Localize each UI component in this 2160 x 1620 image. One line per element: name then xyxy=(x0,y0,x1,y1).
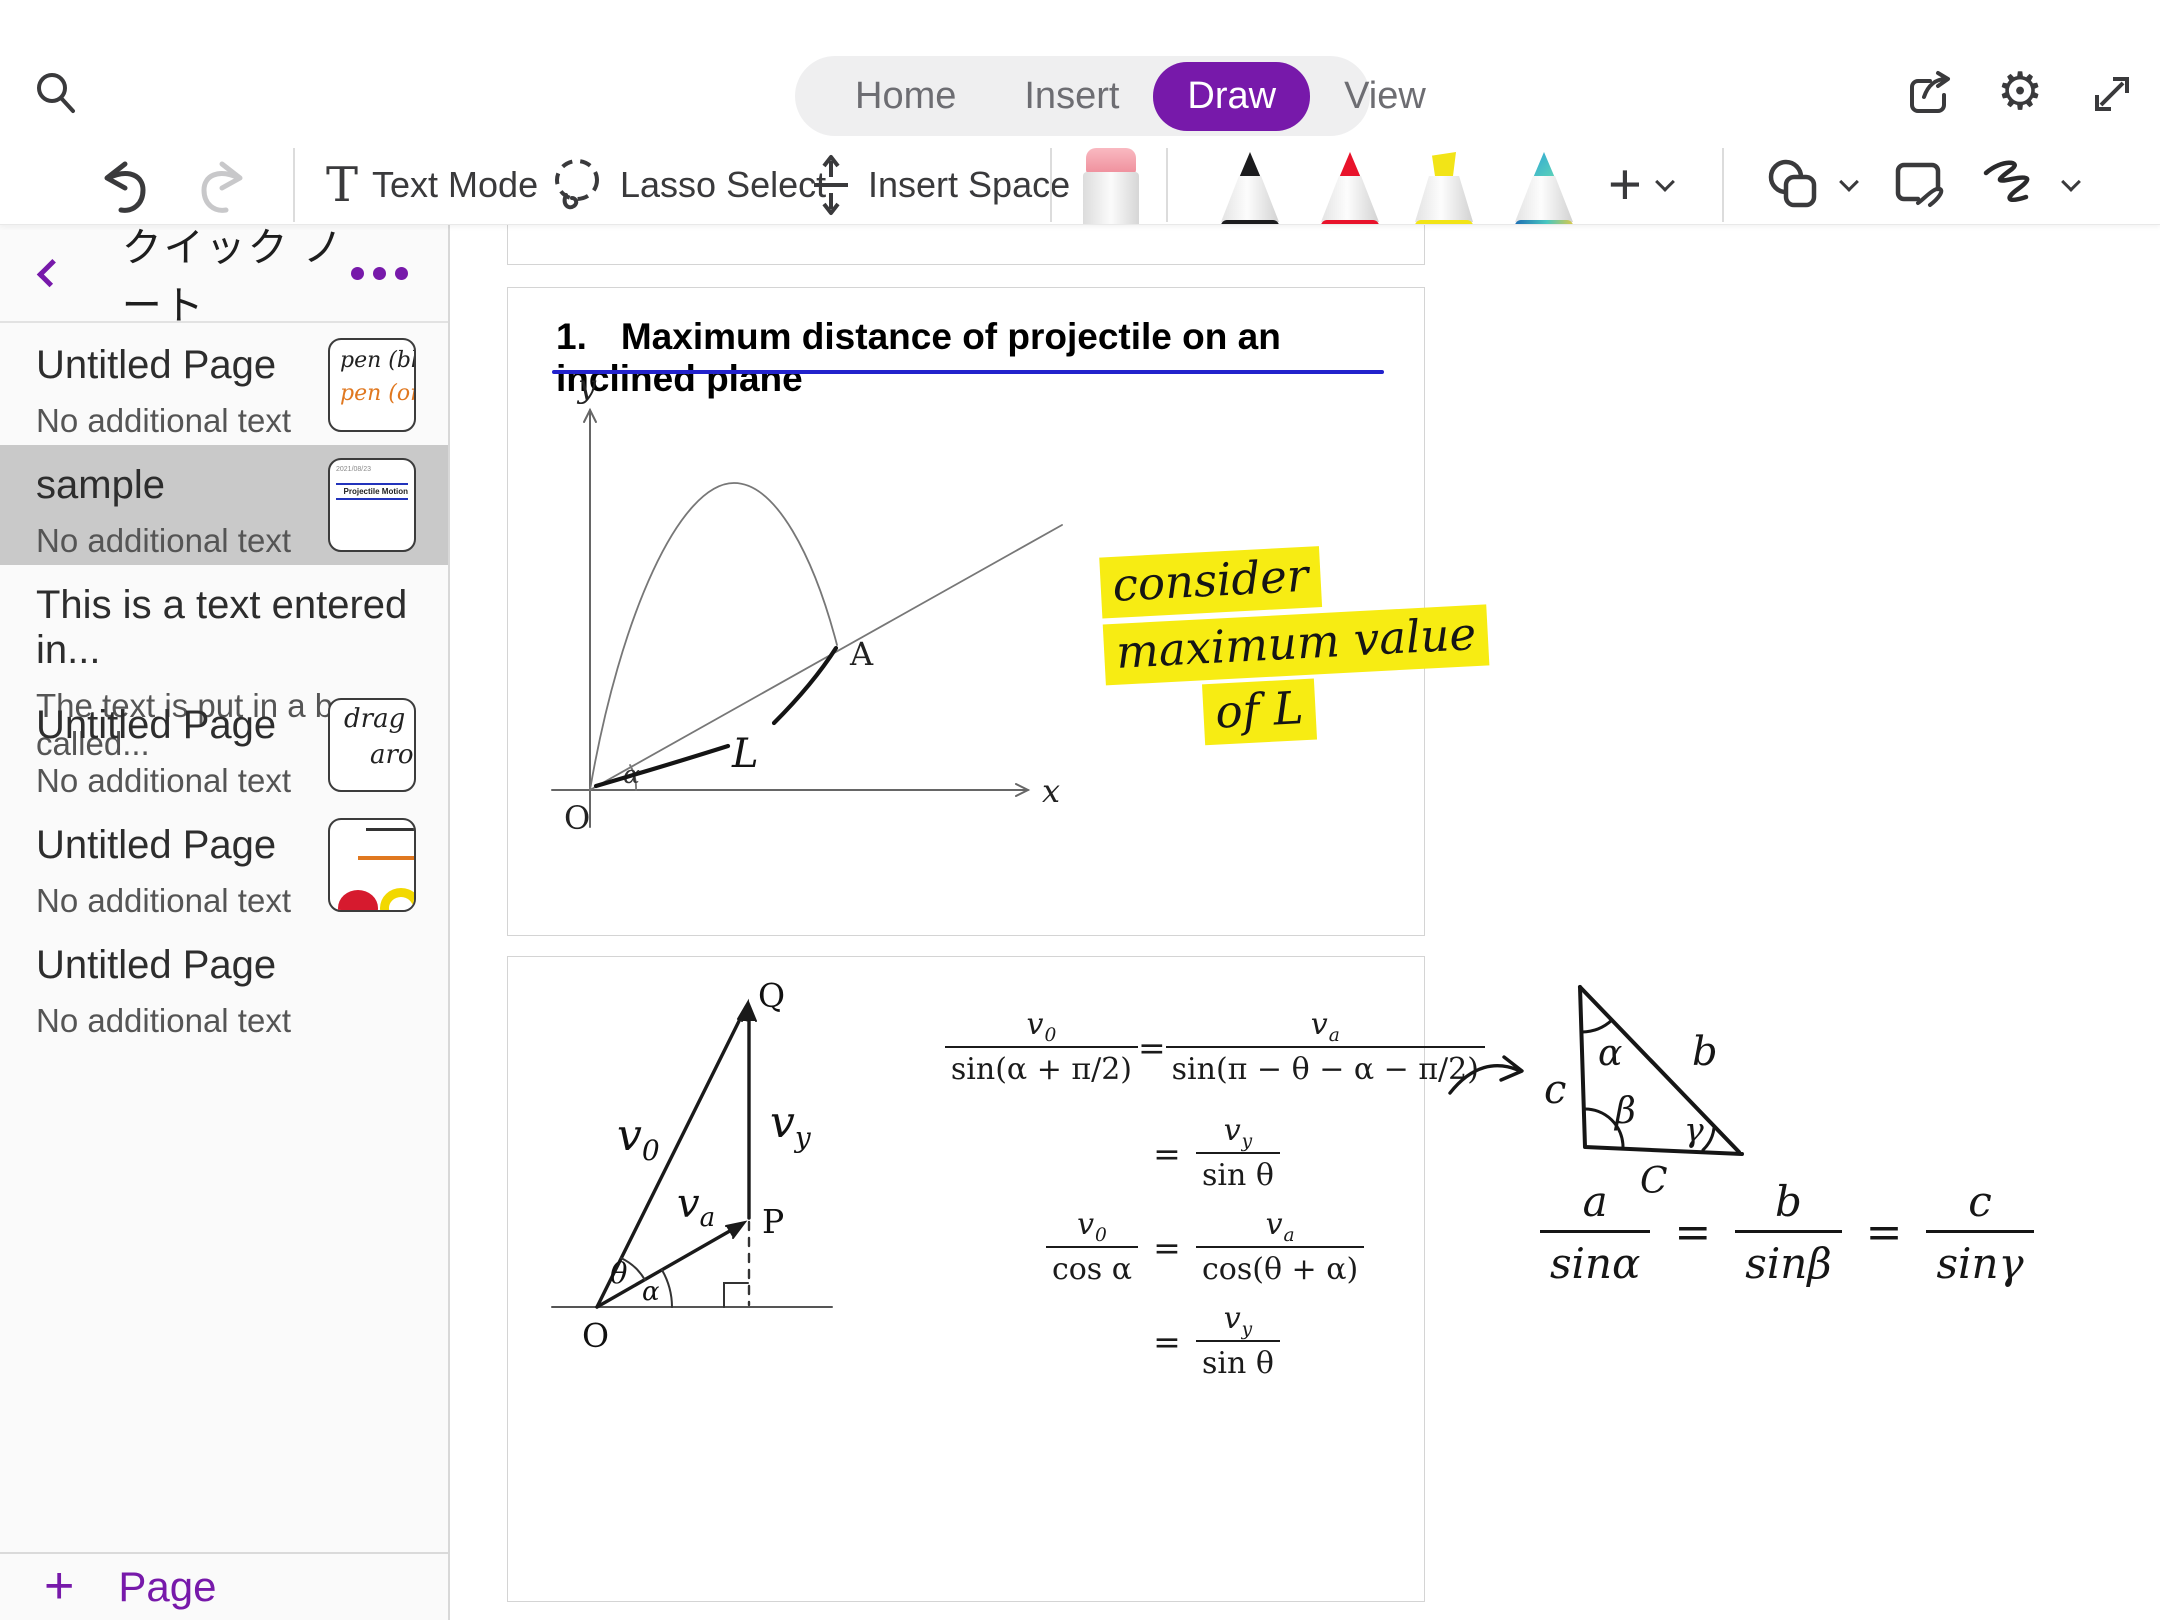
toolbar-divider xyxy=(1722,148,1724,222)
teal-pen-tip xyxy=(1533,152,1555,178)
tab-draw[interactable]: Draw xyxy=(1153,62,1310,131)
eraser-cap xyxy=(1086,148,1136,174)
plus-icon: + xyxy=(44,1566,74,1608)
add-page-label: Page xyxy=(118,1563,216,1611)
page-thumbnail: 2021/08/23 Projectile Motion xyxy=(328,458,416,552)
equation-row: v0sin(α + π/2) = vasin(π − θ − α − π/2) xyxy=(950,1007,1430,1087)
page-thumbnail: drag arou xyxy=(328,698,416,792)
add-page-button[interactable]: + Page xyxy=(0,1552,448,1620)
red-pen-tip xyxy=(1339,152,1361,178)
triangle-side-c-left-label: c xyxy=(1544,1067,1566,1113)
fullscreen-expand-icon[interactable] xyxy=(2082,66,2142,122)
equation-row: = vysin θ xyxy=(950,1301,1430,1381)
page-title: This is a text entered in... xyxy=(36,583,448,673)
undo-button[interactable] xyxy=(95,148,151,222)
more-options-icon[interactable] xyxy=(351,267,408,280)
shapes-icon xyxy=(1762,155,1826,215)
add-pen-button[interactable]: + xyxy=(1608,148,1672,222)
section-title-text: Maximum distance of projectile on an inc… xyxy=(556,316,1281,399)
sidebar-header: クイック ノート xyxy=(0,225,448,323)
insert-space-icon xyxy=(808,153,854,217)
blue-underline xyxy=(552,370,1384,374)
pen-ring xyxy=(1515,220,1573,225)
triangle-gamma-label: γ xyxy=(1684,1110,1704,1149)
page-list-item[interactable]: Untitled Page No additional text pen (bl… xyxy=(0,325,448,445)
tab-home[interactable]: Home xyxy=(821,62,990,131)
lasso-select-button[interactable]: Lasso Select xyxy=(548,148,826,222)
section-title: 1.Maximum distance of projectile on an i… xyxy=(556,316,1396,400)
pen-cone xyxy=(1415,176,1473,222)
yellow-highlighter-tool[interactable] xyxy=(1412,152,1476,225)
equation-row: = vysin θ xyxy=(950,1113,1430,1193)
triangle-side-c-bottom-label: C xyxy=(1640,1161,1668,1202)
insert-space-label: Insert Space xyxy=(868,164,1070,206)
eraser-tool[interactable] xyxy=(1080,148,1142,225)
shapes-button[interactable] xyxy=(1762,148,1856,222)
lasso-select-label: Lasso Select xyxy=(620,164,826,206)
page-thumbnail xyxy=(328,818,416,912)
top-app-bar: Home Insert Draw View ⚙ T Text Mode Lass… xyxy=(0,0,2160,225)
pen-cone xyxy=(1321,176,1379,222)
page-list-item[interactable]: Untitled Page No additional text xyxy=(0,925,448,1045)
page-list-item[interactable]: Untitled Page No additional text xyxy=(0,805,448,925)
pen-ring xyxy=(1221,220,1279,225)
highlighter-tip xyxy=(1429,152,1459,176)
toolbar-divider xyxy=(1050,148,1052,222)
equation-block: v0sin(α + π/2) = vasin(π − θ − α − π/2) … xyxy=(950,1007,1430,1407)
pen-ring xyxy=(1415,220,1473,225)
redo-button[interactable] xyxy=(196,148,252,222)
page-list-sidebar: クイック ノート Untitled Page No additional tex… xyxy=(0,225,450,1620)
handwritten-sine-rule: asinα = bsinβ = csinγ xyxy=(1540,1177,2034,1288)
pen-ring xyxy=(1321,220,1379,225)
ink-to-text-button[interactable] xyxy=(1888,148,1952,222)
search-icon[interactable] xyxy=(28,64,84,120)
settings-gear-icon[interactable]: ⚙ xyxy=(1990,62,2050,122)
ink-to-text-icon xyxy=(1888,155,1952,215)
black-pen-tip xyxy=(1239,152,1261,178)
page-subtitle: No additional text xyxy=(36,1002,448,1040)
chevron-down-icon xyxy=(1839,172,1859,192)
tab-insert[interactable]: Insert xyxy=(990,62,1153,131)
note-canvas[interactable]: 1.Maximum distance of projectile on an i… xyxy=(452,225,2160,1620)
pen-cone xyxy=(1221,176,1279,222)
notebook-title: クイック ノート xyxy=(122,215,351,331)
page-title: Untitled Page xyxy=(36,943,448,988)
ribbon-tabs: Home Insert Draw View xyxy=(795,56,1370,136)
insert-space-button[interactable]: Insert Space xyxy=(808,148,1070,222)
page-thumbnail: pen (bl pen (ora xyxy=(328,338,416,432)
text-mode-label: Text Mode xyxy=(372,164,538,206)
triangle-side-b-label: b xyxy=(1692,1029,1718,1075)
lasso-icon xyxy=(548,154,606,216)
toolbar-divider xyxy=(293,148,295,222)
page-list-item[interactable]: Untitled Page No additional text drag ar… xyxy=(0,685,448,805)
tab-view[interactable]: View xyxy=(1310,62,1460,131)
share-icon[interactable] xyxy=(1900,66,1960,122)
equation-row: v0cos α = vacos(θ + α) xyxy=(950,1207,1430,1287)
ink-replay-button[interactable] xyxy=(1978,148,2078,222)
teal-galaxy-pen-tool[interactable] xyxy=(1512,152,1576,225)
black-pen-tool[interactable] xyxy=(1218,152,1282,225)
chevron-down-icon xyxy=(1655,172,1675,192)
triangle-alpha-label: α xyxy=(1598,1033,1622,1074)
page-list-item-selected[interactable]: sample No additional text 2021/08/23 Pro… xyxy=(0,445,448,565)
eraser-body xyxy=(1083,172,1139,225)
toolbar-divider xyxy=(1166,148,1168,222)
text-mode-button[interactable]: T Text Mode xyxy=(326,148,538,222)
page-list-item[interactable]: This is a text entered in... The text is… xyxy=(0,565,448,685)
section-number: 1. xyxy=(556,316,587,357)
triangle-beta-label: β xyxy=(1613,1091,1636,1132)
chevron-down-icon xyxy=(2061,172,2081,192)
back-chevron-icon[interactable] xyxy=(37,259,65,287)
pen-cone xyxy=(1515,176,1573,222)
text-mode-icon: T xyxy=(326,157,358,213)
scribble-icon xyxy=(1978,155,2048,215)
content-box-projectile[interactable]: 1.Maximum distance of projectile on an i… xyxy=(507,287,1425,936)
red-pen-tool[interactable] xyxy=(1318,152,1382,225)
handwritten-triangle: α β γ b c C xyxy=(1450,987,1742,1202)
plus-icon: + xyxy=(1608,156,1642,214)
